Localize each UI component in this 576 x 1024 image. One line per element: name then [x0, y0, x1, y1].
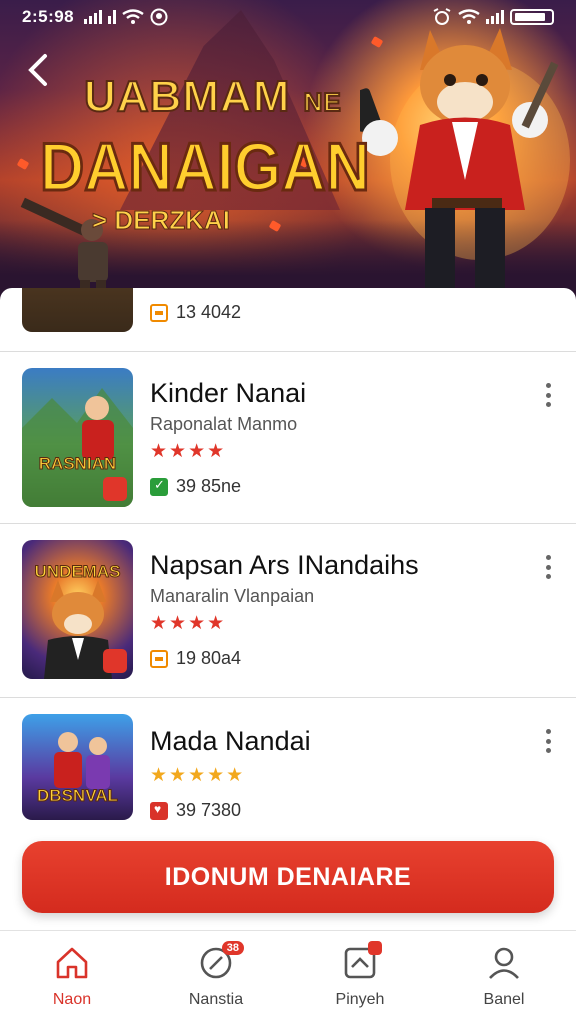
wifi-icon	[458, 9, 480, 24]
hero-banner: 2:5:98 UABMAM NE DANAIGAN > DERZKAI	[0, 0, 576, 300]
thumbnail-badge	[103, 649, 127, 673]
nav-item-profile[interactable]: Banel	[432, 931, 576, 1024]
game-meta: 19 80a4	[176, 648, 242, 668]
signal-icon	[486, 10, 504, 24]
thumbnail-title: DBSNVAL	[37, 786, 119, 806]
game-title: Napsan Ars INandaihs	[150, 550, 419, 580]
more-options-button[interactable]	[538, 552, 558, 582]
more-options-button[interactable]	[538, 726, 558, 756]
rating-stars: ★★★★	[150, 613, 227, 634]
more-options-button[interactable]	[538, 380, 558, 410]
game-subtitle: Manaralin Vlanpaian	[150, 586, 315, 606]
signal-icon	[108, 10, 117, 24]
calendar-icon	[150, 649, 168, 668]
nav-item-explore[interactable]: 38 Nanstia	[144, 931, 288, 1024]
game-meta: 39 85ne	[176, 476, 242, 496]
alarm-icon	[433, 8, 451, 25]
nav-label: Banel	[483, 991, 525, 1008]
nav-item-home[interactable]: Naon	[0, 931, 144, 1024]
battery-icon	[510, 9, 554, 25]
bottom-navigation: Naon 38 Nanstia Pinyeh Banel	[0, 930, 576, 1024]
game-thumbnail: UNDEMAS	[22, 540, 133, 679]
status-bar: 2:5:98	[0, 0, 576, 34]
hero-logo-suffix: NE	[303, 86, 342, 118]
game-title: Mada Nandai	[150, 726, 311, 756]
nav-label: Naon	[52, 991, 92, 1008]
primary-action-button[interactable]: IDONUM DENAIARE	[22, 841, 554, 913]
calendar-icon	[150, 303, 168, 322]
game-subtitle: Raponalat Manmo	[150, 414, 298, 434]
hero-logo-text: UABMAM	[83, 71, 291, 122]
thumbnail-title: RASNIAN	[38, 454, 117, 474]
game-thumbnail: RASNIAN	[22, 368, 133, 507]
rating-stars: ★★★★★	[150, 765, 246, 786]
game-meta: 39 7380	[176, 800, 242, 820]
list-item[interactable]: 13 4042	[0, 288, 576, 352]
nav-item-library[interactable]: Pinyeh	[288, 931, 432, 1024]
game-thumbnail	[22, 288, 133, 332]
rating-stars: ★★★★	[150, 441, 227, 462]
hero-logo-line3: > DERZKAI	[92, 205, 231, 236]
list-item[interactable]: RASNIAN Kinder Nanai Raponalat Manmo ★★★…	[0, 352, 576, 524]
back-button[interactable]	[20, 52, 56, 92]
nav-label: Nanstia	[188, 991, 244, 1008]
signal-icon	[84, 10, 103, 24]
nav-label: Pinyeh	[335, 991, 385, 1008]
list-item[interactable]: UNDEMAS Napsan Ars INandaihs Manaralin V…	[0, 524, 576, 698]
game-list: 13 4042 RASNIAN Kinder Nanai Raponalat M…	[0, 288, 576, 828]
chevron-left-icon	[28, 54, 47, 86]
hero-logo-line1: UABMAM NE	[83, 71, 342, 122]
wifi-icon	[122, 9, 144, 24]
notification-icon	[150, 8, 168, 26]
game-thumbnail: DBSNVAL	[22, 714, 133, 820]
notification-dot	[368, 941, 382, 955]
game-title: Kinder Nanai	[150, 378, 307, 408]
hero-logo-line2: DANAIGAN	[39, 128, 371, 207]
heart-icon	[150, 801, 168, 820]
ember-decoration	[16, 158, 30, 170]
notification-badge: 38	[221, 941, 244, 955]
game-meta: 13 4042	[176, 302, 242, 322]
thumbnail-title: UNDEMAS	[34, 562, 121, 582]
thumbnail-badge	[103, 477, 127, 501]
check-icon	[150, 477, 168, 496]
list-item[interactable]: DBSNVAL Mada Nandai ★★★★★ 39 7380	[0, 698, 576, 828]
fox-character-image	[360, 28, 570, 298]
profile-icon	[489, 947, 519, 979]
home-icon	[56, 947, 88, 979]
status-time: 2:5:98	[22, 7, 75, 26]
